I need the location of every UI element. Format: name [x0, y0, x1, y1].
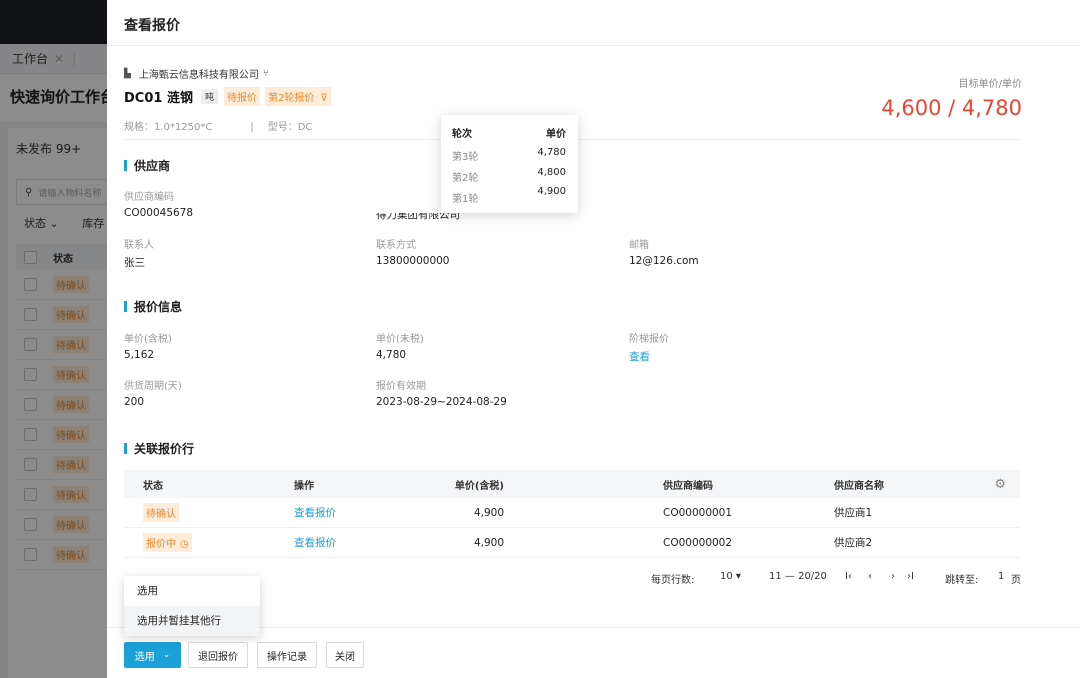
row-supplier-name: 供应商1	[834, 507, 873, 519]
drawer-header: 查看报价	[107, 0, 1080, 46]
supplier-code-value: CO00045678	[124, 207, 194, 219]
section-bar	[124, 301, 127, 312]
drawer-title: 查看报价	[124, 18, 180, 34]
view-quote-drawer: 查看报价 ▙ 上海甄云信息科技有限公司 ⑂ DC01 涟钢 吨 待报价 第2轮报…	[107, 0, 1080, 678]
close-button[interactable]: 关闭	[326, 642, 364, 668]
spec-line: 规格：1.0*1250*C | 型号：DC	[124, 118, 312, 133]
round-tag-label: 第2轮报价	[267, 93, 315, 104]
supplier-section-title: 供应商	[124, 157, 170, 174]
select-button-label: 选用	[134, 651, 155, 663]
section-title-text: 关联报价行	[134, 442, 195, 456]
fork-icon: ⑂	[262, 68, 269, 79]
select-dropdown-button[interactable]: 选用 ⌄	[124, 642, 181, 668]
email-value: 12@126.com	[629, 255, 699, 267]
model-text: 型号：DC	[267, 122, 313, 133]
operation-log-button[interactable]: 操作记录	[257, 642, 317, 668]
validity-label: 报价有效期	[376, 381, 426, 392]
return-quote-button[interactable]: 退回报价	[188, 642, 248, 668]
popover-round-price: 4,900	[537, 186, 566, 197]
popover-round-label: 第3轮	[452, 152, 479, 163]
col-supplier-name: 供应商名称	[834, 480, 884, 492]
first-page-icon[interactable]: I‹	[845, 571, 852, 582]
table-row: 报价中 ◷ 查看报价 4,900 CO00000002 供应商2	[124, 528, 1020, 558]
price-notax-value: 4,780	[376, 349, 407, 361]
popover-round-price: 4,800	[537, 167, 566, 178]
price-notax-label: 单价(未税)	[376, 334, 424, 345]
popover-header-round: 轮次	[452, 129, 472, 140]
row-supplier-code: CO00000002	[663, 536, 733, 549]
col-status: 状态	[143, 480, 163, 492]
contact-label: 联系人	[124, 240, 154, 251]
menu-item-select-and-hold[interactable]: 选用并暂挂其他行	[124, 606, 260, 636]
company-line: ▙ 上海甄云信息科技有限公司 ⑂	[124, 66, 269, 81]
row-supplier-name: 供应商2	[834, 537, 873, 549]
view-quote-link[interactable]: 查看报价	[294, 505, 336, 520]
round-tag[interactable]: 第2轮报价 ⊽	[264, 87, 331, 106]
row-price: 4,900	[473, 536, 504, 549]
rows-per-page-select[interactable]: 10 ▾	[720, 571, 741, 582]
filter-icon: ⊽	[320, 93, 328, 104]
target-price-label: 目标单价/单价	[958, 79, 1022, 90]
section-title-text: 供应商	[134, 159, 171, 173]
row-price: 4,900	[473, 506, 504, 519]
target-price-value: 4,600 / 4,780	[881, 96, 1022, 120]
next-page-icon[interactable]: ›	[891, 571, 895, 582]
row-status-tag: 报价中 ◷	[143, 533, 192, 552]
select-dropdown-menu: 选用 选用并暂挂其他行	[124, 576, 260, 636]
tier-price-label: 阶梯报价	[629, 334, 669, 345]
supply-cycle-label: 供货周期(天)	[124, 381, 182, 392]
prev-page-icon[interactable]: ‹	[868, 571, 872, 582]
divider: |	[250, 122, 254, 133]
gear-icon[interactable]: ⚙	[994, 477, 1006, 492]
section-title-text: 报价信息	[134, 300, 183, 314]
last-page-icon[interactable]: ›I	[907, 571, 914, 582]
page-unit: 页	[1011, 575, 1021, 586]
supply-cycle-value: 200	[124, 396, 145, 408]
round-history-popover: 轮次 单价 第3轮 4,780 第2轮 4,800 第1轮 4,900	[441, 115, 578, 213]
email-label: 邮箱	[629, 240, 649, 251]
product-line: DC01 涟钢 吨 待报价 第2轮报价 ⊽	[124, 87, 331, 106]
spec-text: 规格：1.0*1250*C	[124, 122, 213, 133]
product-name: DC01 涟钢	[124, 91, 193, 106]
phone-value: 13800000000	[376, 255, 450, 267]
row-status-text: 报价中	[146, 539, 176, 550]
row-supplier-code: CO00000001	[663, 506, 733, 519]
price-tax-value: 5,162	[124, 349, 155, 361]
popover-round-price: 4,780	[537, 147, 566, 158]
popover-round-label: 第1轮	[452, 194, 479, 205]
row-status-tag: 待确认	[143, 503, 179, 522]
related-quote-table: 状态 操作 单价(含税) 供应商编码 供应商名称 ⚙ 待确认 查看报价 4,90…	[124, 470, 1020, 558]
quote-section-title: 报价信息	[124, 298, 182, 315]
chevron-down-icon: ⌄	[162, 650, 171, 660]
menu-item-select[interactable]: 选用	[124, 576, 260, 606]
section-bar	[124, 160, 127, 171]
clock-icon: ◷	[180, 539, 189, 550]
company-name: 上海甄云信息科技有限公司	[138, 70, 259, 81]
supplier-code-label: 供应商编码	[124, 192, 174, 203]
page-range: 11 — 20/20	[769, 571, 827, 582]
phone-label: 联系方式	[376, 240, 416, 251]
jump-to-input[interactable]: 1	[998, 571, 1004, 582]
table-header: 状态 操作 单价(含税) 供应商编码 供应商名称 ⚙	[124, 470, 1020, 498]
table-row: 待确认 查看报价 4,900 CO00000001 供应商1	[124, 498, 1020, 528]
col-price: 单价(含税)	[454, 480, 504, 492]
building-icon: ▙	[124, 68, 131, 79]
col-supplier-code: 供应商编码	[663, 480, 713, 492]
validity-value: 2023-08-29~2024-08-29	[376, 396, 507, 408]
view-quote-link[interactable]: 查看报价	[294, 535, 336, 550]
related-section-title: 关联报价行	[124, 440, 194, 457]
section-bar	[124, 443, 127, 454]
status-tag: 待报价	[223, 87, 260, 106]
contact-value: 张三	[124, 257, 145, 269]
col-action: 操作	[294, 480, 314, 492]
popover-header-price: 单价	[546, 129, 566, 140]
unit-tag: 吨	[200, 89, 218, 104]
rows-per-page-label: 每页行数:	[651, 575, 695, 586]
popover-round-label: 第2轮	[452, 173, 479, 184]
jump-to-label: 跳转至:	[945, 575, 979, 586]
tier-price-view-link[interactable]: 查看	[629, 349, 650, 364]
price-tax-label: 单价(含税)	[124, 334, 172, 345]
